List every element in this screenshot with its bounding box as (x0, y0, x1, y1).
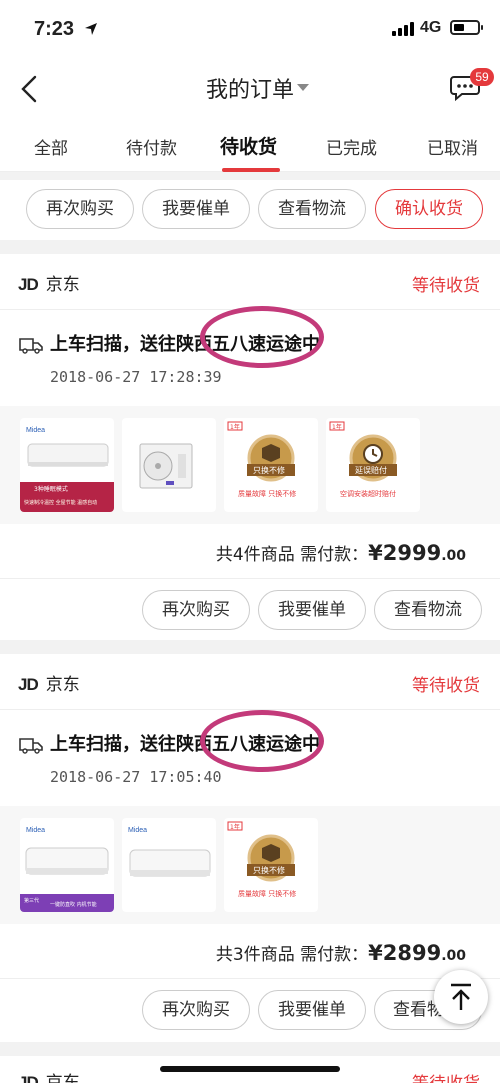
order-tabs: 全部 待付款 待收货 已完成 已取消 (0, 118, 500, 172)
svg-text:快速制冷温控 全屋节能 温感自动: 快速制冷温控 全屋节能 温感自动 (24, 499, 97, 506)
service-badge-thumbnail[interactable]: 1年 延误赔付 空调安装超时赔付 (326, 418, 420, 512)
svg-text:一键防直吹 内机节能: 一键防直吹 内机节能 (50, 901, 97, 908)
air-conditioner-outdoor-unit-icon (139, 443, 193, 489)
truck-icon (19, 338, 43, 354)
shop-label: 京东 (45, 675, 80, 695)
shop-label: 京东 (45, 275, 80, 295)
svg-text:Midea: Midea (128, 827, 147, 834)
product-strip[interactable]: Midea 第三代 一键防直吹 内机节能 Midea 1年 只换不修 质量故障 … (0, 806, 500, 924)
urge-order-button[interactable]: 我要催单 (258, 590, 366, 630)
caret-down-icon[interactable] (297, 84, 309, 91)
tab-all[interactable]: 全部 (34, 134, 68, 159)
service-badge-thumbnail[interactable]: 1年 只换不修 质量故障 只换不修 (224, 418, 318, 512)
svg-text:1年: 1年 (230, 823, 240, 831)
shop-name[interactable]: JD 京东 (18, 270, 80, 295)
svg-text:1年: 1年 (332, 423, 342, 431)
message-count-badge: 59 (470, 68, 494, 86)
order-status: 等待收货 (412, 276, 480, 296)
shop-name[interactable]: JD 京东 (18, 1068, 80, 1083)
divider (0, 578, 500, 579)
service-badge-icon: 1年 只换不修 质量故障 只换不修 (227, 421, 296, 498)
view-logistics-button[interactable]: 查看物流 (374, 590, 482, 630)
product-strip[interactable]: Midea 3种睡眠模式 快速制冷温控 全屋节能 温感自动 1年 只换不修 质量… (0, 406, 500, 524)
home-indicator (160, 1066, 340, 1072)
buy-again-button[interactable]: 再次购买 (26, 189, 134, 229)
amount-label: 需付款： (300, 945, 369, 965)
shop-label: 京东 (45, 1073, 80, 1083)
status-bar: 7:23 4G (0, 0, 500, 60)
divider (0, 978, 500, 979)
svg-text:Midea: Midea (26, 427, 45, 434)
air-conditioner-indoor-unit-icon: Midea (128, 827, 211, 877)
svg-text:质量故障 只换不修: 质量故障 只换不修 (238, 889, 296, 898)
active-tab-indicator (222, 168, 280, 172)
svg-text:质量故障 只换不修: 质量故障 只换不修 (238, 489, 296, 498)
svg-text:1年: 1年 (230, 423, 240, 431)
urge-order-button[interactable]: 我要催单 (258, 990, 366, 1030)
tab-completed[interactable]: 已完成 (326, 134, 377, 159)
annotation-circle (200, 710, 324, 772)
buy-again-button[interactable]: 再次购买 (142, 590, 250, 630)
jd-logo: JD (18, 1073, 39, 1083)
jd-logo: JD (18, 675, 39, 694)
arrow-up-icon (451, 983, 471, 1010)
product-caption: 3种睡眠模式 (34, 485, 68, 493)
previous-order-actions: 再次购买 我要催单 查看物流 确认收货 (0, 180, 500, 240)
service-badge-icon: 1年 只换不修 质量故障 只换不修 (227, 821, 296, 898)
buy-again-button[interactable]: 再次购买 (142, 990, 250, 1030)
network-type: 4G (420, 19, 442, 36)
shop-name[interactable]: JD 京东 (18, 670, 80, 695)
jd-logo: JD (18, 275, 39, 294)
delay-compensation-badge-icon: 1年 延误赔付 空调安装超时赔付 (329, 421, 397, 498)
svg-text:只换不修: 只换不修 (253, 865, 285, 875)
svg-text:空调安装超时赔付: 空调安装超时赔付 (340, 489, 396, 498)
battery-icon (450, 20, 483, 35)
item-count: 共4件商品 (215, 545, 295, 565)
tab-cancelled[interactable]: 已取消 (427, 134, 478, 159)
product-thumbnail[interactable]: Midea 第三代 一键防直吹 内机节能 (20, 818, 114, 912)
product-thumbnail[interactable]: Midea (122, 818, 216, 912)
tab-pending-receipt[interactable]: 待收货 (220, 132, 277, 159)
order-status: 等待收货 (412, 676, 480, 696)
status-time: 7:23 (34, 18, 75, 40)
order-summary: 共3件商品 需付款：¥2899.00 (216, 940, 466, 965)
tab-pending-payment[interactable]: 待付款 (126, 134, 177, 159)
confirm-receipt-button[interactable]: 确认收货 (375, 189, 483, 229)
svg-text:第三代: 第三代 (24, 897, 39, 904)
order-summary: 共4件商品 需付款：¥2999.00 (216, 540, 466, 565)
logistics-time: 2018-06-27 17:05:40 (50, 768, 222, 786)
order-price-decimal: .00 (441, 548, 466, 564)
order-price: ¥2899 (368, 941, 442, 965)
truck-icon (19, 738, 43, 754)
product-thumbnail[interactable]: Midea 3种睡眠模式 快速制冷温控 全屋节能 温感自动 (20, 418, 114, 512)
back-to-top-button[interactable] (434, 970, 488, 1024)
svg-text:延误赔付: 延误赔付 (355, 465, 387, 475)
annotation-circle (200, 306, 324, 368)
amount-label: 需付款： (300, 545, 369, 565)
air-conditioner-indoor-unit-icon: Midea 3种睡眠模式 快速制冷温控 全屋节能 温感自动 (20, 427, 114, 512)
order-status: 等待收货 (412, 1069, 480, 1083)
urge-order-button[interactable]: 我要催单 (142, 189, 250, 229)
item-count: 共3件商品 (215, 945, 295, 965)
svg-text:只换不修: 只换不修 (253, 465, 285, 475)
product-thumbnail[interactable] (122, 418, 216, 512)
signal-icon (392, 22, 414, 36)
nav-bar: 我的订单 59 (0, 60, 500, 118)
order-price: ¥2999 (368, 541, 442, 565)
page-title-text: 我的订单 (205, 78, 294, 103)
view-logistics-button[interactable]: 查看物流 (258, 189, 366, 229)
logistics-time: 2018-06-27 17:28:39 (50, 368, 222, 386)
page-title[interactable]: 我的订单 (0, 72, 500, 104)
order-price-decimal: .00 (441, 948, 466, 964)
air-conditioner-indoor-unit-icon: Midea 第三代 一键防直吹 内机节能 (20, 827, 114, 912)
svg-text:Midea: Midea (26, 827, 45, 834)
service-badge-thumbnail[interactable]: 1年 只换不修 质量故障 只换不修 (224, 818, 318, 912)
location-arrow-icon (84, 22, 98, 40)
